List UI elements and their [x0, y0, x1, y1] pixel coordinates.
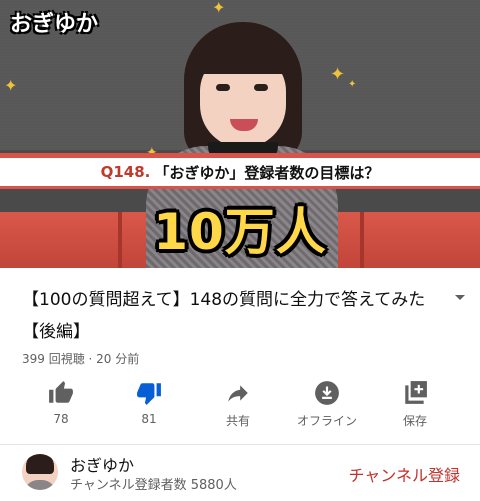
dislike-count: 81 [141, 412, 157, 426]
save-button[interactable]: 保存 [370, 376, 460, 429]
share-icon [228, 385, 248, 402]
share-button[interactable]: 共有 [193, 376, 283, 429]
sparkle-icon: ✦ [212, 0, 226, 17]
download-icon [315, 381, 339, 405]
subscriber-count: チャンネル登録者数 5880人 [70, 478, 237, 493]
channel-name[interactable]: おぎゆか [70, 452, 134, 476]
chevron-down-icon[interactable] [452, 290, 468, 306]
avatar[interactable] [22, 454, 58, 490]
divider [0, 444, 480, 445]
subscribe-button[interactable]: チャンネル登録 [348, 462, 460, 486]
share-label: 共有 [225, 414, 250, 428]
save-label: 保存 [402, 414, 427, 428]
channel-row[interactable]: おぎゆか チャンネル登録者数 5880人 チャンネル登録 [0, 446, 480, 501]
action-bar: 78 81 共有 オフライン 保存 [0, 376, 480, 436]
view-count-and-time: 399 回視聴 · 20 分前 [22, 352, 140, 366]
video-player[interactable]: ✦ ✦ ✦ ✦ ✦ おぎゆか Q148. 「おぎゆか」登録者数の目標は？ 10万… [0, 0, 480, 268]
sparkle-icon: ✦ [348, 79, 357, 90]
thumbs-down-icon [137, 383, 161, 405]
dislike-button[interactable]: 81 [104, 376, 194, 426]
sparkle-icon: ✦ [330, 64, 346, 85]
sparkle-icon: ✦ [4, 76, 18, 95]
video-title-row[interactable]: 【100の質問超えて】148の質問に全力で答えてみた【後編】 [22, 284, 462, 348]
question-number: Q148. [100, 163, 151, 181]
answer-caption: 10万人 [153, 203, 327, 261]
offline-label: オフライン [296, 414, 357, 428]
channel-logo-overlay: おぎゆか [10, 12, 99, 37]
thumbs-up-icon [49, 381, 73, 403]
video-title: 【100の質問超えて】148の質問に全力で答えてみた【後編】 [22, 290, 426, 342]
question-text: 「おぎゆか」登録者数の目標は？ [154, 163, 380, 182]
offline-button[interactable]: オフライン [282, 376, 372, 429]
like-button[interactable]: 78 [16, 376, 106, 426]
like-count: 78 [53, 412, 69, 426]
question-caption-bar: Q148. 「おぎゆか」登録者数の目標は？ [0, 153, 480, 189]
add-to-playlist-icon [405, 381, 427, 404]
